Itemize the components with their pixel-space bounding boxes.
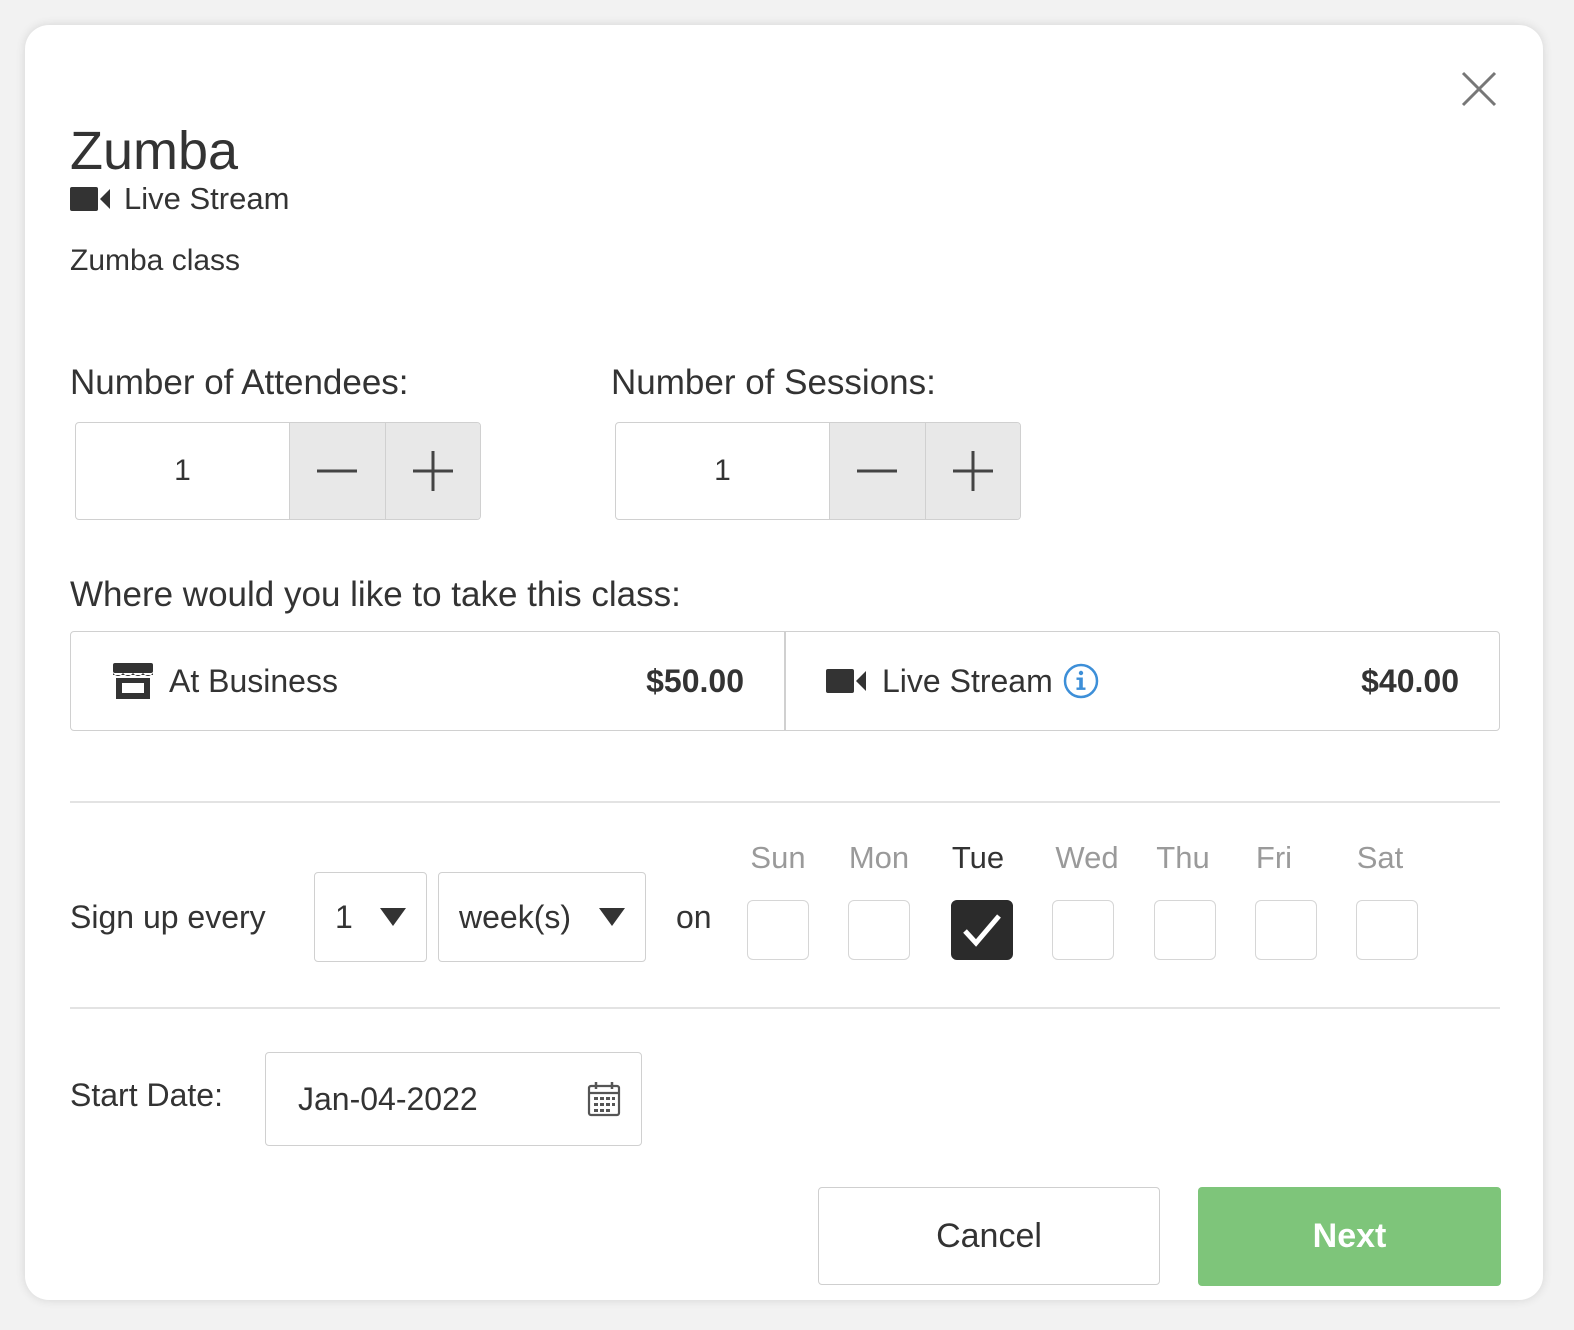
location-option-price: $40.00 xyxy=(1361,662,1459,699)
interval-value: 1 xyxy=(335,898,353,935)
day-checkbox-sun[interactable] xyxy=(747,900,809,960)
plus-icon xyxy=(952,451,993,491)
video-camera-icon xyxy=(70,185,112,213)
minus-icon xyxy=(317,469,358,473)
attendees-decrement-button[interactable] xyxy=(290,423,385,519)
day-name: Sun xyxy=(750,840,806,875)
plus-icon xyxy=(412,451,453,491)
calendar-icon[interactable] xyxy=(587,1081,621,1117)
day-checkbox-tue[interactable] xyxy=(951,900,1013,960)
unit-select[interactable]: week(s) xyxy=(438,872,646,962)
video-camera-icon xyxy=(826,667,868,695)
attendees-stepper: 1 xyxy=(75,422,481,520)
attendees-label: Number of Attendees: xyxy=(70,363,409,402)
day-thu: Thu xyxy=(1143,838,1223,960)
day-checkbox-fri[interactable] xyxy=(1255,900,1317,960)
stream-subtitle: Live Stream xyxy=(70,181,289,217)
attendees-increment-button[interactable] xyxy=(384,423,480,519)
day-sun: Sun xyxy=(738,838,818,960)
storefront-icon xyxy=(111,661,155,701)
day-checkbox-thu[interactable] xyxy=(1154,900,1216,960)
signup-label: Sign up every xyxy=(70,899,266,935)
sessions-value[interactable]: 1 xyxy=(616,423,830,519)
caret-down-icon xyxy=(380,908,406,926)
start-date-label: Start Date: xyxy=(70,1077,223,1113)
sessions-label: Number of Sessions: xyxy=(611,363,936,402)
day-name: Wed xyxy=(1055,840,1119,875)
start-date-value: Jan-04-2022 xyxy=(298,1080,478,1117)
sessions-decrement-button[interactable] xyxy=(830,423,925,519)
section-divider xyxy=(70,1007,1500,1009)
interval-select[interactable]: 1 xyxy=(314,872,427,962)
day-checkbox-mon[interactable] xyxy=(848,900,910,960)
day-name: Sat xyxy=(1356,840,1404,875)
start-date-input[interactable]: Jan-04-2022 xyxy=(265,1052,642,1146)
attendees-value[interactable]: 1 xyxy=(76,423,290,519)
checkmark-icon xyxy=(963,914,1001,947)
sessions-increment-button[interactable] xyxy=(924,423,1020,519)
location-option-name: Live Stream xyxy=(882,662,1053,699)
next-button[interactable]: Next xyxy=(1198,1187,1501,1286)
class-title: Zumba xyxy=(70,121,239,181)
unit-value: week(s) xyxy=(459,898,572,935)
info-icon[interactable] xyxy=(1063,663,1099,699)
location-label: Where would you like to take this class: xyxy=(70,575,681,614)
stream-label: Live Stream xyxy=(124,181,290,216)
booking-modal: Zumba Live Stream Zumba class Number of … xyxy=(25,25,1543,1300)
day-name: Tue xyxy=(951,840,1005,875)
day-name: Mon xyxy=(848,840,910,875)
location-selector: At Business $50.00 Live Stream $40.00 xyxy=(70,631,1500,731)
day-name: Fri xyxy=(1255,840,1293,875)
location-option-at-business[interactable]: At Business $50.00 xyxy=(71,632,784,730)
section-divider xyxy=(70,801,1500,803)
location-option-name: At Business xyxy=(169,662,338,699)
day-mon: Mon xyxy=(839,838,919,960)
day-wed: Wed xyxy=(1047,838,1127,960)
day-fri: Fri xyxy=(1234,838,1317,960)
day-checkbox-sat[interactable] xyxy=(1356,900,1418,960)
location-option-live-stream[interactable]: Live Stream $40.00 xyxy=(784,632,1499,730)
day-name: Thu xyxy=(1156,840,1210,875)
sessions-stepper: 1 xyxy=(615,422,1021,520)
day-sat: Sat xyxy=(1340,838,1420,960)
day-tue: Tue xyxy=(938,838,1018,960)
location-option-price: $50.00 xyxy=(646,662,744,699)
minus-icon xyxy=(857,469,898,473)
on-label: on xyxy=(676,899,712,935)
class-description: Zumba class xyxy=(70,244,241,277)
close-icon[interactable] xyxy=(1457,67,1501,111)
caret-down-icon xyxy=(599,908,625,926)
cancel-button[interactable]: Cancel xyxy=(818,1187,1160,1285)
day-checkbox-wed[interactable] xyxy=(1052,900,1114,960)
